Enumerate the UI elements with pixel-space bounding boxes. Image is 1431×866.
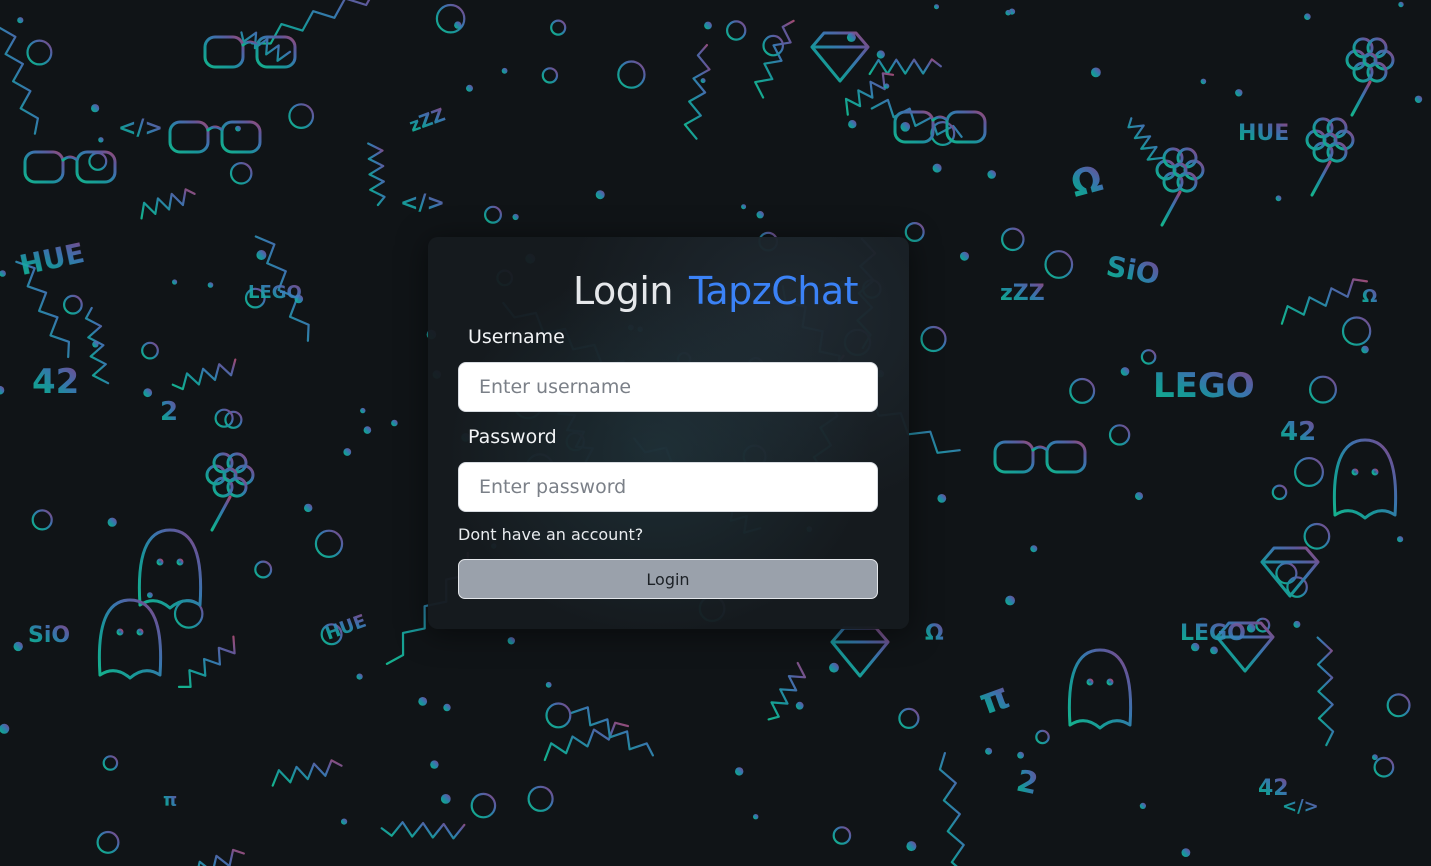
svg-text:LEGO: LEGO (1153, 366, 1255, 406)
svg-text:SiO: SiO (28, 623, 70, 648)
svg-text:42: 42 (32, 362, 79, 402)
brand-name: TapzChat (688, 269, 859, 313)
svg-text:LEGO: LEGO (1180, 621, 1246, 646)
svg-text:2: 2 (160, 397, 178, 427)
signup-link[interactable]: Dont have an account? (458, 525, 643, 544)
username-label: Username (468, 326, 565, 348)
svg-text:</>: </> (400, 191, 445, 216)
svg-text:HUE: HUE (1238, 121, 1289, 146)
svg-text:Ω: Ω (925, 621, 944, 646)
title-login: Login (572, 269, 674, 313)
username-input[interactable] (458, 362, 878, 412)
svg-text:</>: </> (118, 116, 163, 141)
svg-text:π: π (163, 790, 177, 811)
svg-text:42: 42 (1258, 776, 1289, 801)
login-button[interactable]: Login (458, 559, 878, 599)
password-input[interactable] (458, 462, 878, 512)
password-label: Password (468, 426, 557, 448)
page-title: Login TapzChat (0, 269, 1431, 313)
svg-text:42: 42 (1280, 417, 1316, 447)
